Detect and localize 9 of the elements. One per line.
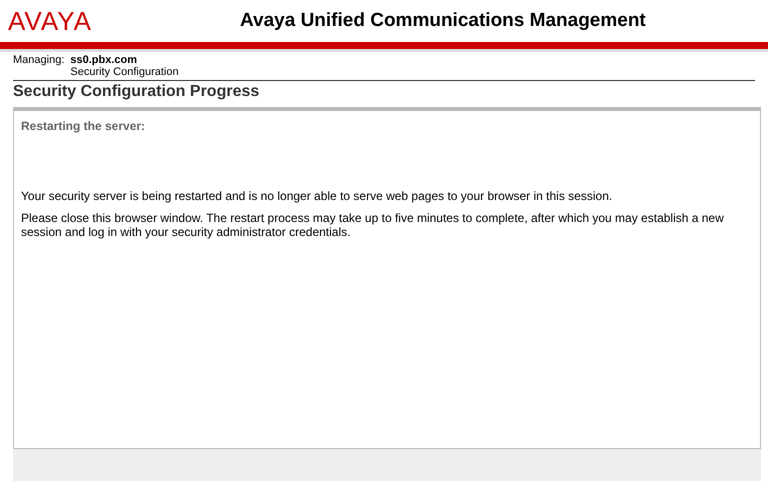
managing-label: Managing: bbox=[13, 54, 64, 68]
page-title: Security Configuration Progress bbox=[13, 80, 755, 107]
app-title: Avaya Unified Communications Management bbox=[240, 10, 646, 32]
panel-heading: Restarting the server: bbox=[21, 119, 146, 133]
message-text: Please close this browser window. The restart process may take up to five minutes to complete, after which you may establish a new session and log in with your security administrator credentials. bbox=[21, 211, 725, 239]
message-text: Your security server is being restarted and is no longer able to serve web pages to your browser in this session. bbox=[21, 189, 614, 203]
section-name: Security Configuration bbox=[70, 66, 179, 78]
host-name: ss0.pbx.com bbox=[70, 54, 138, 66]
logo: AVAYA bbox=[8, 6, 93, 36]
